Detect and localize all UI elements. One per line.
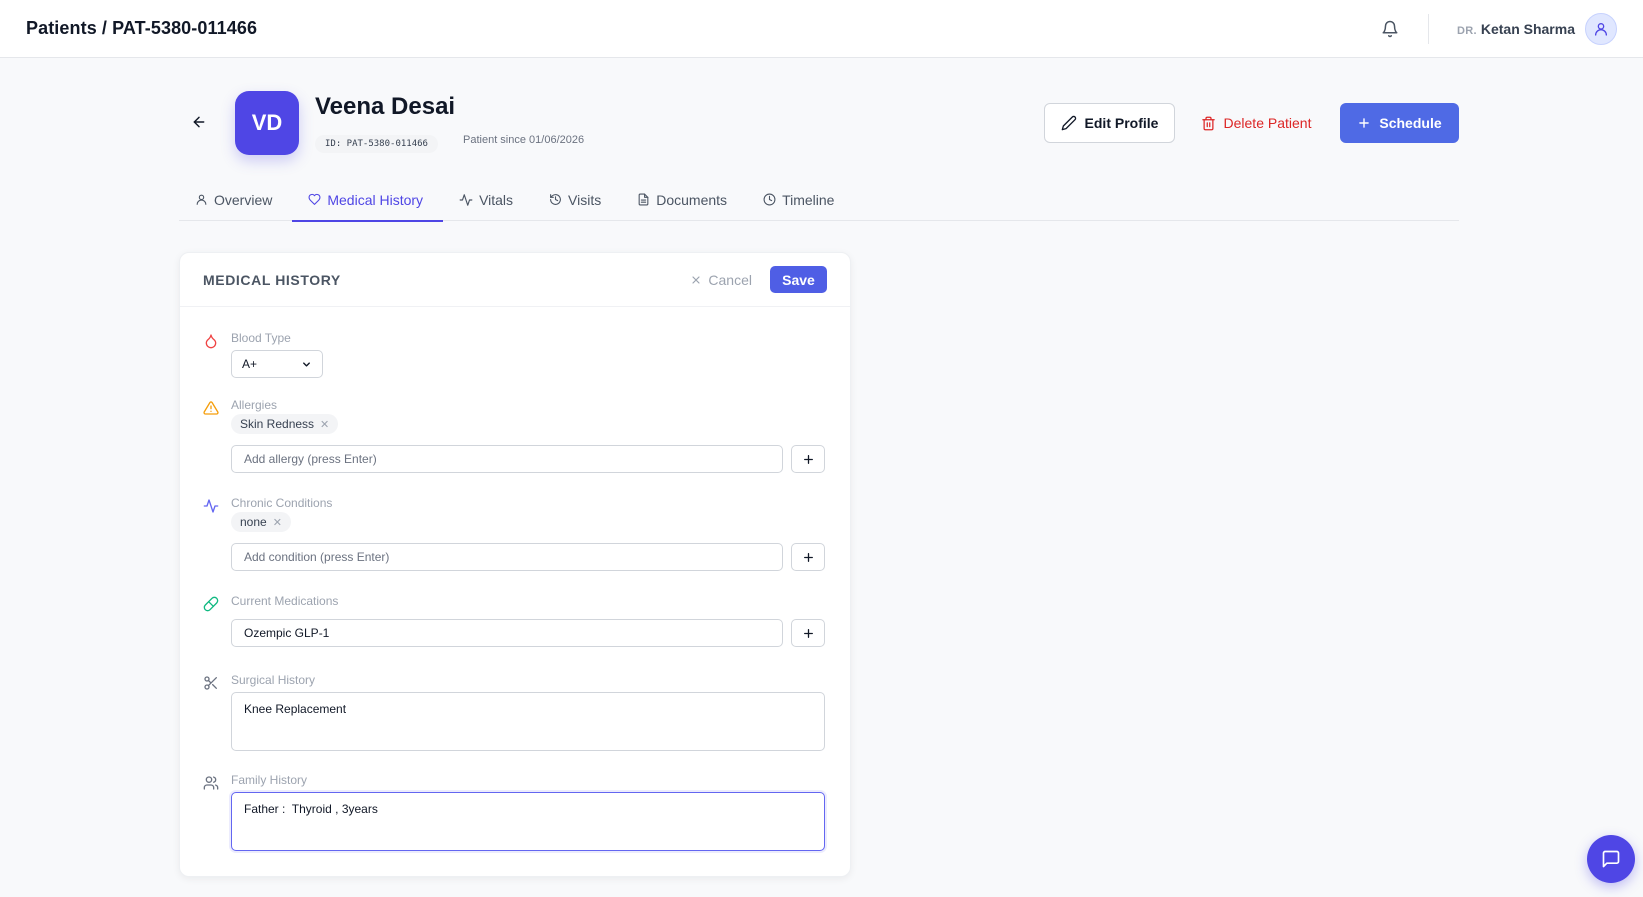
history-icon [550, 194, 561, 205]
surgical-history-section: Surgical History Knee Replacement [203, 673, 829, 758]
surgical-history-label: Surgical History [231, 673, 316, 687]
chat-button[interactable] [1587, 835, 1635, 883]
allergy-tag: Skin Redness ✕ [231, 414, 339, 434]
close-icon [692, 275, 701, 284]
family-history-textarea[interactable]: Father : Thyroid , 3years [231, 792, 825, 851]
pencil-icon [1061, 115, 1076, 131]
blood-type-section: Blood Type A+ [203, 331, 829, 379]
droplet-icon [205, 334, 217, 349]
doctor-prefix: DR. [1456, 24, 1477, 37]
tab-timeline[interactable]: Timeline [747, 178, 854, 221]
plus-icon [803, 552, 813, 562]
tab-medical-history[interactable]: Medical History [292, 178, 443, 222]
tab-visits[interactable]: Visits [533, 178, 621, 221]
breadcrumb: Patients / PAT-5380-011466 [26, 18, 258, 38]
edit-profile-button[interactable]: Edit Profile [1044, 103, 1175, 143]
users-icon [203, 776, 219, 790]
tab-overview[interactable]: Overview [179, 178, 292, 221]
surgical-history-textarea[interactable]: Knee Replacement [231, 692, 825, 751]
tab-label: Timeline [782, 191, 835, 208]
add-allergy-button[interactable] [791, 445, 825, 473]
top-bar: Patients / PAT-5380-011466 DR. Ketan Sha… [0, 0, 1643, 58]
doctor-name: Ketan Sharma [1480, 20, 1575, 37]
blood-type-label: Blood Type [231, 331, 291, 345]
delete-patient-button[interactable]: Delete Patient [1191, 103, 1321, 143]
condition-tag-label: none [240, 515, 267, 529]
warning-triangle-icon [203, 401, 219, 415]
add-condition-button[interactable] [791, 543, 825, 571]
plus-icon [803, 628, 813, 638]
blood-type-value: A+ [242, 357, 258, 371]
patient-since: Patient since 01/06/2026 [463, 134, 585, 146]
tab-bar: Overview Medical History Vitals Visits D… [179, 178, 1459, 222]
user-avatar-icon[interactable] [1585, 12, 1617, 45]
remove-tag-icon[interactable]: ✕ [320, 418, 329, 431]
allergy-tag-label: Skin Redness [240, 417, 315, 431]
delete-patient-label: Delete Patient [1223, 115, 1312, 131]
scissors-icon [204, 676, 217, 690]
tab-label: Overview [214, 191, 273, 208]
user-icon [196, 194, 207, 205]
medical-history-card: MEDICAL HISTORY Cancel Save Blood Type A… [179, 252, 851, 877]
edit-profile-label: Edit Profile [1084, 115, 1159, 131]
chat-bubble-icon [1602, 850, 1620, 868]
tab-documents[interactable]: Documents [621, 178, 747, 221]
card-header: MEDICAL HISTORY Cancel Save [180, 253, 850, 307]
schedule-button[interactable]: Schedule [1340, 103, 1459, 143]
schedule-label: Schedule [1379, 115, 1442, 131]
clock-icon [763, 193, 776, 206]
pill-icon [203, 596, 219, 612]
plus-icon [1359, 118, 1370, 128]
medications-section: Current Medications Ozempic GLP-1 [203, 594, 829, 649]
medications-label: Current Medications [231, 594, 339, 608]
tab-label: Visits [568, 191, 602, 208]
add-allergy-input[interactable]: Add allergy (press Enter) [231, 445, 783, 473]
divider [1427, 13, 1429, 44]
activity-icon [203, 499, 219, 513]
plus-icon [803, 454, 813, 464]
family-history-section: Family History Father : Thyroid , 3years [203, 773, 829, 858]
tab-label: Vitals [479, 191, 514, 208]
patient-name: Veena Desai [315, 93, 456, 120]
blood-type-select[interactable]: A+ [231, 350, 323, 378]
activity-icon [459, 193, 473, 206]
chevron-down-icon [303, 361, 310, 367]
family-history-label: Family History [231, 773, 308, 787]
card-title: MEDICAL HISTORY [203, 271, 341, 288]
heart-icon [308, 193, 321, 205]
cancel-button[interactable]: Cancel [690, 272, 752, 288]
remove-tag-icon[interactable]: ✕ [273, 516, 282, 529]
patient-id-badge: ID: PAT-5380-011466 [315, 135, 438, 153]
add-condition-input[interactable]: Add condition (press Enter) [231, 543, 783, 571]
allergies-label: Allergies [231, 398, 278, 412]
back-arrow-icon[interactable] [188, 111, 210, 133]
medication-input[interactable]: Ozempic GLP-1 [231, 619, 783, 647]
add-medication-button[interactable] [791, 619, 825, 647]
tab-label: Medical History [327, 191, 424, 208]
current-user[interactable]: DR. Ketan Sharma [1457, 21, 1575, 37]
trash-icon [1201, 116, 1215, 130]
tab-vitals[interactable]: Vitals [443, 178, 533, 221]
document-icon [638, 193, 649, 206]
save-button[interactable]: Save [770, 266, 827, 293]
allergies-section: Allergies Skin Redness ✕ Add allergy (pr… [203, 398, 829, 473]
condition-tag: none ✕ [231, 512, 291, 532]
chronic-conditions-label: Chronic Conditions [231, 496, 333, 510]
patient-avatar: VD [235, 91, 299, 155]
chronic-conditions-section: Chronic Conditions none ✕ Add condition … [203, 496, 829, 571]
cancel-label: Cancel [708, 271, 752, 288]
notifications-bell-icon[interactable] [1370, 9, 1410, 49]
tab-label: Documents [656, 191, 728, 208]
